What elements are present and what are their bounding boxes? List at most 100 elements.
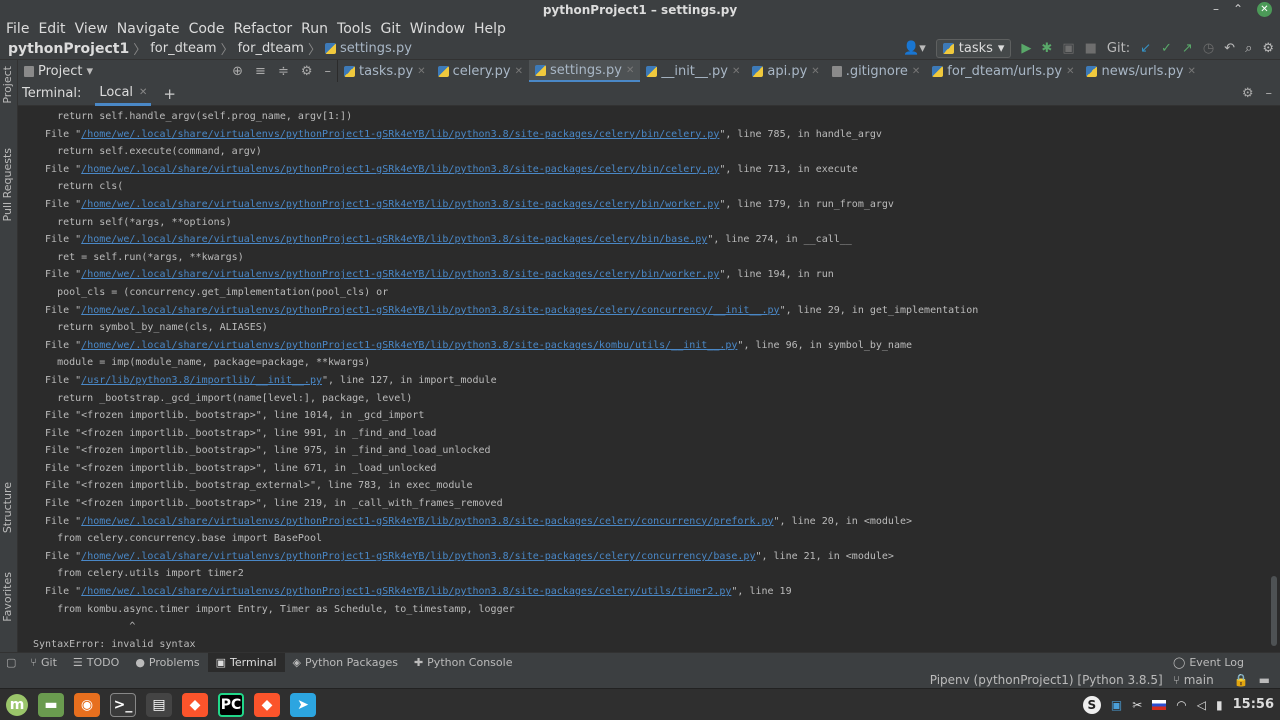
bottom-tab-python-console[interactable]: ✚ Python Console: [406, 653, 521, 673]
volume-icon[interactable]: ◁: [1197, 698, 1206, 712]
keyboard-layout-icon[interactable]: [1152, 699, 1167, 710]
clipboard-icon[interactable]: ✂: [1132, 698, 1142, 712]
file-path-link[interactable]: /home/we/.local/share/virtualenvs/python…: [81, 586, 731, 597]
close-tab-icon[interactable]: ✕: [626, 65, 634, 76]
editor-tab[interactable]: settings.py ✕: [529, 60, 641, 82]
close-icon[interactable]: ✕: [139, 87, 147, 98]
settings-icon[interactable]: ⚙: [1262, 41, 1274, 56]
user-icon[interactable]: 👤▾: [903, 41, 926, 56]
file-path-link[interactable]: /home/we/.local/share/virtualenvs/python…: [81, 129, 719, 140]
git-update-icon[interactable]: ↙: [1140, 41, 1151, 56]
bottom-tab-python-packages[interactable]: ◈ Python Packages: [285, 653, 406, 673]
firefox-icon[interactable]: ◉: [74, 692, 100, 717]
file-path-link[interactable]: /home/we/.local/share/virtualenvs/python…: [81, 551, 755, 562]
git-push-icon[interactable]: ↗: [1182, 41, 1193, 56]
minimize-icon[interactable]: –: [1213, 2, 1219, 17]
file-path-link[interactable]: /usr/lib/python3.8/importlib/__init__.py: [81, 375, 322, 386]
close-tab-icon[interactable]: ✕: [515, 66, 523, 77]
maximize-icon[interactable]: ⌃: [1233, 2, 1243, 17]
pull-requests-tool-tab[interactable]: Pull Requests: [1, 148, 14, 221]
run-icon[interactable]: ▶: [1021, 41, 1031, 56]
brave-icon-2[interactable]: ◆: [254, 692, 280, 717]
terminal-output[interactable]: return self.handle_argv(self.prog_name, …: [18, 106, 1270, 652]
add-terminal-icon[interactable]: +: [163, 85, 176, 103]
breadcrumb-file[interactable]: settings.py: [340, 41, 412, 56]
stop-icon[interactable]: ■: [1085, 41, 1097, 56]
clock[interactable]: 15:56: [1233, 697, 1274, 712]
project-tool-tab[interactable]: Project: [1, 66, 14, 104]
file-path-link[interactable]: /home/we/.local/share/virtualenvs/python…: [81, 269, 719, 280]
project-view-label[interactable]: Project: [38, 64, 82, 79]
menu-item-tools[interactable]: Tools: [337, 21, 372, 37]
terminal-app-icon[interactable]: >_: [110, 692, 136, 717]
telegram-icon[interactable]: ➤: [290, 692, 316, 717]
close-tab-icon[interactable]: ✕: [1066, 66, 1074, 77]
search-icon[interactable]: ⌕: [1245, 41, 1252, 56]
hide-icon[interactable]: –: [325, 64, 332, 79]
menu-item-edit[interactable]: Edit: [38, 21, 65, 37]
interpreter-status[interactable]: Pipenv (pythonProject1) [Python 3.8.5]: [930, 673, 1163, 687]
git-branch-status[interactable]: ⑂ main: [1173, 673, 1224, 687]
battery-icon[interactable]: ▮: [1216, 698, 1223, 712]
close-tab-icon[interactable]: ✕: [811, 66, 819, 77]
close-tab-icon[interactable]: ✕: [912, 66, 920, 77]
editor-tab[interactable]: api.py ✕: [746, 60, 825, 82]
skype-icon[interactable]: S: [1082, 695, 1101, 714]
collapse-all-icon[interactable]: ≑: [278, 64, 289, 79]
pycharm-icon[interactable]: PC: [218, 692, 244, 717]
editor-tab[interactable]: tasks.py ✕: [338, 60, 432, 82]
show-desktop-icon[interactable]: ▬: [38, 692, 64, 717]
chevron-down-icon[interactable]: ▾: [86, 64, 93, 79]
bottom-tab-git[interactable]: ⑂ Git: [22, 653, 65, 673]
bottom-tab-problems[interactable]: ● Problems: [127, 653, 207, 673]
file-path-link[interactable]: /home/we/.local/share/virtualenvs/python…: [81, 516, 773, 527]
mint-menu-icon[interactable]: m: [6, 693, 28, 716]
rollback-icon[interactable]: ↶: [1224, 41, 1235, 56]
menu-item-navigate[interactable]: Navigate: [117, 21, 180, 37]
favorites-tool-tab[interactable]: Favorites: [1, 572, 14, 622]
event-log-button[interactable]: ◯ Event Log: [1165, 653, 1252, 673]
breadcrumb-folder-2[interactable]: for_dteam: [238, 41, 304, 56]
wifi-icon[interactable]: ◠: [1176, 698, 1186, 712]
network-manager-icon[interactable]: ▣: [1111, 698, 1122, 712]
editor-tab[interactable]: for_dteam/urls.py ✕: [926, 60, 1080, 82]
hide-icon[interactable]: –: [1266, 86, 1273, 101]
file-path-link[interactable]: /home/we/.local/share/virtualenvs/python…: [81, 199, 719, 210]
memory-icon[interactable]: ▬: [1259, 673, 1270, 687]
menu-item-view[interactable]: View: [75, 21, 108, 37]
terminal-tab-local[interactable]: Local ✕: [95, 82, 152, 106]
breadcrumb-folder-1[interactable]: for_dteam: [150, 41, 216, 56]
lock-icon[interactable]: 🔒: [1234, 673, 1249, 687]
close-icon[interactable]: ✕: [1257, 2, 1272, 17]
file-path-link[interactable]: /home/we/.local/share/virtualenvs/python…: [81, 164, 719, 175]
close-tab-icon[interactable]: ✕: [1188, 66, 1196, 77]
menu-item-git[interactable]: Git: [381, 21, 401, 37]
coverage-icon[interactable]: ▣: [1062, 41, 1074, 56]
close-tab-icon[interactable]: ✕: [732, 66, 740, 77]
files-icon[interactable]: ▤: [146, 692, 172, 717]
gear-icon[interactable]: ⚙: [1242, 86, 1254, 101]
debug-icon[interactable]: ✱: [1041, 41, 1052, 56]
terminal-scrollbar[interactable]: [1271, 576, 1277, 646]
locate-icon[interactable]: ⊕: [232, 64, 243, 79]
menu-item-code[interactable]: Code: [189, 21, 225, 37]
menu-item-file[interactable]: File: [6, 21, 29, 37]
structure-tool-tab[interactable]: Structure: [1, 482, 14, 533]
git-commit-icon[interactable]: ✓: [1161, 41, 1172, 56]
run-configuration-select[interactable]: tasks ▾: [935, 39, 1012, 58]
panel-toggle-icon[interactable]: ▢: [6, 656, 16, 669]
bottom-tab-terminal[interactable]: ▣ Terminal: [207, 652, 285, 673]
brave-icon[interactable]: ◆: [182, 692, 208, 717]
close-tab-icon[interactable]: ✕: [417, 66, 425, 77]
breadcrumb-project[interactable]: pythonProject1: [8, 41, 129, 57]
gear-icon[interactable]: ⚙: [301, 64, 313, 79]
bottom-tab-todo[interactable]: ☰ TODO: [65, 653, 127, 673]
git-history-icon[interactable]: ◷: [1203, 41, 1214, 56]
editor-tab[interactable]: news/urls.py ✕: [1080, 60, 1201, 82]
file-path-link[interactable]: /home/we/.local/share/virtualenvs/python…: [81, 234, 707, 245]
menu-item-refactor[interactable]: Refactor: [233, 21, 292, 37]
editor-tab[interactable]: .gitignore ✕: [826, 60, 927, 82]
file-path-link[interactable]: /home/we/.local/share/virtualenvs/python…: [81, 340, 737, 351]
file-path-link[interactable]: /home/we/.local/share/virtualenvs/python…: [81, 305, 779, 316]
editor-tab[interactable]: __init__.py ✕: [640, 60, 746, 82]
